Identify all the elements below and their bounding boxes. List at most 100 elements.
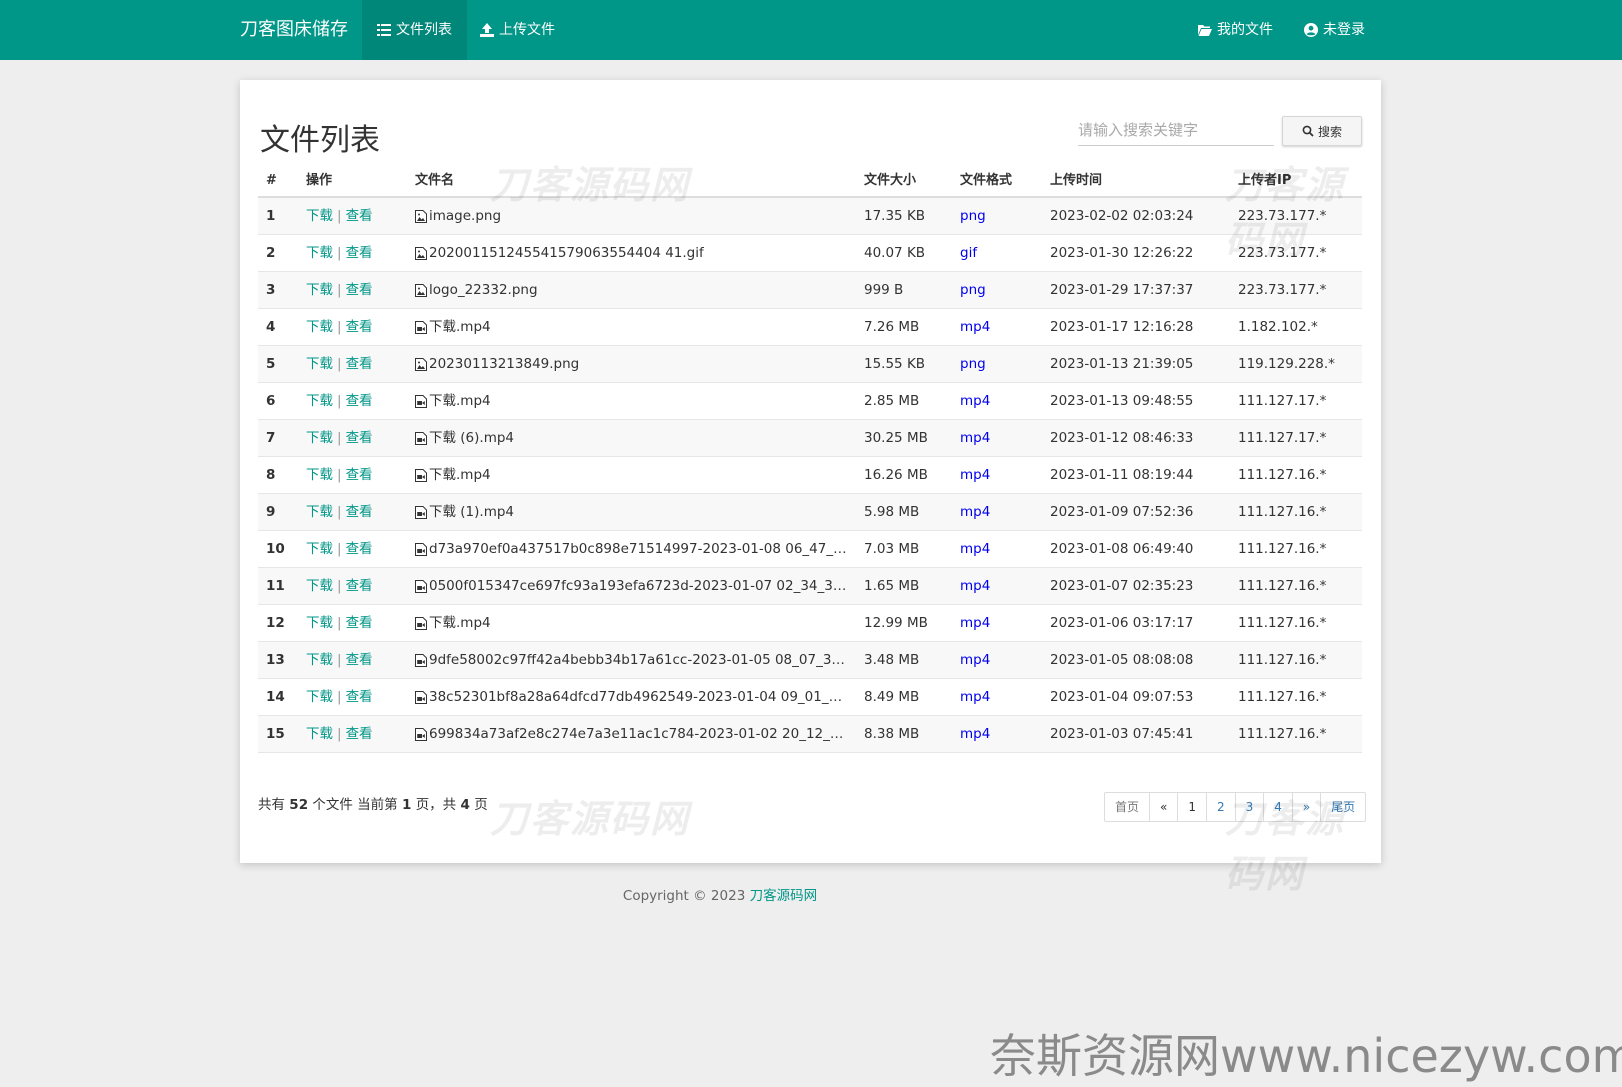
- brand-logo[interactable]: 刀客图床储存: [240, 0, 348, 60]
- summary-mid: 个文件 当前第: [312, 797, 398, 813]
- file-size: 8.38 MB: [864, 726, 920, 742]
- upload-time: 2023-01-30 12:26:22: [1050, 245, 1194, 261]
- page-4[interactable]: 4: [1263, 793, 1292, 821]
- table-body: 1 下载 | 查看 image.png 17.35 KB png 2023-02-02 02:…: [258, 198, 1362, 753]
- view-link[interactable]: 查看: [346, 578, 373, 594]
- row-number: 5: [266, 356, 276, 372]
- view-link[interactable]: 查看: [346, 430, 373, 446]
- download-link[interactable]: 下载: [306, 245, 333, 261]
- pagination: 首页 « 1 2 3 4 » 尾页: [1104, 792, 1367, 822]
- upload-time: 2023-01-05 08:08:08: [1050, 652, 1194, 668]
- summary-prefix: 共有: [258, 797, 285, 813]
- file-size: 1.65 MB: [864, 578, 920, 594]
- download-link[interactable]: 下载: [306, 356, 333, 372]
- row-number: 10: [266, 541, 285, 557]
- view-link[interactable]: 查看: [346, 467, 373, 483]
- file-format: mp4: [960, 430, 991, 446]
- row-number: 1: [266, 208, 276, 224]
- download-link[interactable]: 下载: [306, 430, 333, 446]
- view-link[interactable]: 查看: [346, 208, 373, 224]
- view-link[interactable]: 查看: [346, 319, 373, 335]
- download-link[interactable]: 下载: [306, 282, 333, 298]
- image-file-icon: [415, 210, 427, 223]
- copyright-link[interactable]: 刀客源码网: [750, 888, 818, 904]
- download-link[interactable]: 下载: [306, 504, 333, 520]
- view-link[interactable]: 查看: [346, 393, 373, 409]
- nav-login[interactable]: 未登录: [1304, 0, 1365, 60]
- file-format: mp4: [960, 467, 991, 483]
- view-link[interactable]: 查看: [346, 245, 373, 261]
- page-1[interactable]: 1: [1177, 793, 1206, 821]
- upload-time: 2023-02-02 02:03:24: [1050, 208, 1194, 224]
- video-file-icon: [415, 321, 427, 334]
- uploader-ip: 119.129.228.*: [1238, 356, 1335, 372]
- search-button[interactable]: 搜索: [1282, 116, 1362, 146]
- video-file-icon: [415, 617, 427, 630]
- file-size: 999 B: [864, 282, 904, 298]
- page-prev[interactable]: «: [1149, 793, 1177, 821]
- table-row: 9 下载 | 查看 下载 (1).mp4 5.98 MB mp4 2023-01-09 07:…: [258, 494, 1362, 531]
- view-link[interactable]: 查看: [346, 689, 373, 705]
- file-name-cell: d73a970ef0a437517b0c898e71514997-2023-01…: [415, 531, 849, 568]
- download-link[interactable]: 下载: [306, 467, 333, 483]
- row-actions: 下载 | 查看: [306, 679, 373, 716]
- file-list-panel: 文件列表 搜索 # 操作 文件名 文件大小 文件格式 上传时间 上传者IP 1 下…: [240, 80, 1381, 896]
- nav-my-files[interactable]: 我的文件: [1198, 0, 1273, 60]
- nav-upload-label: 上传文件: [499, 22, 555, 38]
- uploader-ip: 111.127.16.*: [1238, 578, 1327, 594]
- nav-file-list[interactable]: 文件列表: [362, 0, 467, 60]
- page-last[interactable]: 尾页: [1320, 793, 1365, 821]
- page-first[interactable]: 首页: [1105, 793, 1149, 821]
- list-icon: [377, 24, 391, 36]
- upload-time: 2023-01-29 17:37:37: [1050, 282, 1194, 298]
- download-link[interactable]: 下载: [306, 208, 333, 224]
- download-link[interactable]: 下载: [306, 615, 333, 631]
- page-2[interactable]: 2: [1206, 793, 1235, 821]
- nav-upload[interactable]: 上传文件: [480, 0, 555, 60]
- row-number: 8: [266, 467, 276, 483]
- download-link[interactable]: 下载: [306, 541, 333, 557]
- download-link[interactable]: 下载: [306, 689, 333, 705]
- row-actions: 下载 | 查看: [306, 531, 373, 568]
- download-link[interactable]: 下载: [306, 393, 333, 409]
- file-size: 16.26 MB: [864, 467, 928, 483]
- table-header: # 操作 文件名 文件大小 文件格式 上传时间 上传者IP: [258, 163, 1362, 198]
- video-file-icon: [415, 395, 427, 408]
- action-separator: |: [337, 319, 342, 335]
- upload-time: 2023-01-13 21:39:05: [1050, 356, 1194, 372]
- download-link[interactable]: 下载: [306, 726, 333, 742]
- image-file-icon: [415, 358, 427, 371]
- table-row: 14 下载 | 查看 38c52301bf8a28a64dfcd77db4962549-…: [258, 679, 1362, 716]
- col-header-size: 文件大小: [864, 173, 917, 188]
- download-link[interactable]: 下载: [306, 319, 333, 335]
- uploader-ip: 223.73.177.*: [1238, 282, 1327, 298]
- view-link[interactable]: 查看: [346, 356, 373, 372]
- action-separator: |: [337, 393, 342, 409]
- view-link[interactable]: 查看: [346, 726, 373, 742]
- view-link[interactable]: 查看: [346, 615, 373, 631]
- view-link[interactable]: 查看: [346, 504, 373, 520]
- table-row: 2 下载 | 查看 202001151245541579063554404 41.gif…: [258, 235, 1362, 272]
- page-3[interactable]: 3: [1234, 793, 1264, 821]
- download-link[interactable]: 下载: [306, 578, 333, 594]
- file-name-cell: 下载.mp4: [415, 383, 849, 420]
- col-header-ip: 上传者IP: [1238, 173, 1292, 188]
- row-number: 13: [266, 652, 285, 668]
- page-next[interactable]: »: [1291, 793, 1320, 821]
- table-row: 8 下载 | 查看 下载.mp4 16.26 MB mp4 2023-01-11 08:19:…: [258, 457, 1362, 494]
- file-format: mp4: [960, 393, 991, 409]
- file-size: 15.55 KB: [864, 356, 926, 372]
- upload-time: 2023-01-13 09:48:55: [1050, 393, 1194, 409]
- download-link[interactable]: 下载: [306, 652, 333, 668]
- search-input[interactable]: [1078, 114, 1274, 146]
- row-actions: 下载 | 查看: [306, 716, 373, 753]
- view-link[interactable]: 查看: [346, 282, 373, 298]
- table-row: 10 下载 | 查看 d73a970ef0a437517b0c898e71514997-…: [258, 531, 1362, 568]
- table-row: 1 下载 | 查看 image.png 17.35 KB png 2023-02-02 02:…: [258, 198, 1362, 235]
- file-name-cell: 下载 (1).mp4: [415, 494, 849, 531]
- table-row: 6 下载 | 查看 下载.mp4 2.85 MB mp4 2023-01-13 09:48:5…: [258, 383, 1362, 420]
- view-link[interactable]: 查看: [346, 652, 373, 668]
- view-link[interactable]: 查看: [346, 541, 373, 557]
- file-name-cell: 38c52301bf8a28a64dfcd77db4962549-2023-01…: [415, 679, 849, 716]
- file-name-cell: 下载 (6).mp4: [415, 420, 849, 457]
